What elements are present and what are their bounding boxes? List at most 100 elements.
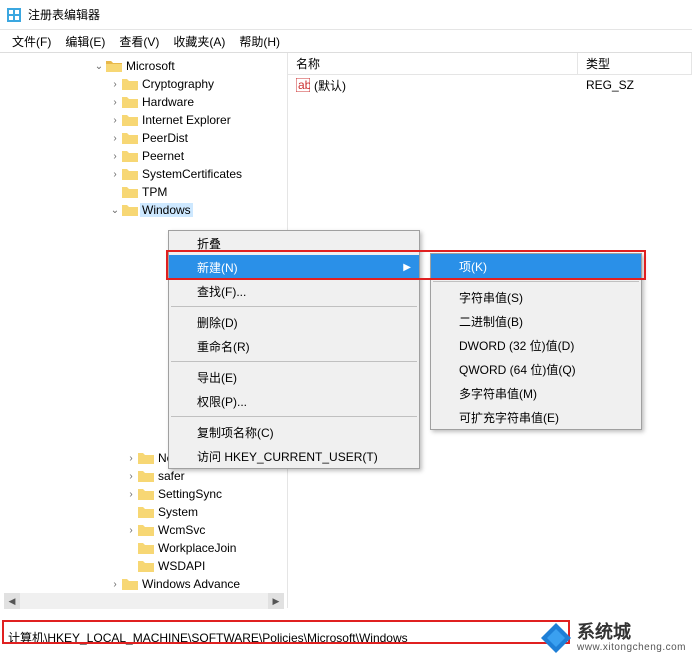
folder-icon: [122, 113, 138, 127]
folder-icon: [122, 77, 138, 91]
submenu-arrow-icon: ▶: [403, 262, 411, 273]
string-value-icon: ab: [296, 78, 310, 92]
title-bar: 注册表编辑器: [0, 0, 692, 30]
menu-separator: [171, 416, 417, 417]
chevron-right-icon[interactable]: ›: [108, 169, 122, 180]
tree-node-microsoft[interactable]: ⌄ Microsoft: [0, 57, 287, 75]
tree-node[interactable]: › safer: [0, 467, 287, 485]
context-menu-permissions[interactable]: 权限(P)...: [169, 389, 419, 413]
context-menu: 折叠 新建(N)▶ 查找(F)... 删除(D) 重命名(R) 导出(E) 权限…: [168, 230, 420, 469]
context-menu-find[interactable]: 查找(F)...: [169, 279, 419, 303]
tree-label: Microsoft: [124, 59, 177, 73]
tree-label: TPM: [140, 185, 169, 199]
tree-node[interactable]: ›Cryptography: [0, 75, 287, 93]
submenu-binary[interactable]: 二进制值(B): [431, 309, 641, 333]
context-menu-new[interactable]: 新建(N)▶: [169, 255, 419, 279]
tree-label: WcmSvc: [156, 523, 207, 537]
svg-text:ab: ab: [298, 78, 310, 92]
window-title: 注册表编辑器: [28, 6, 100, 23]
tree-node[interactable]: › Peernet: [0, 147, 287, 165]
context-menu-delete[interactable]: 删除(D): [169, 310, 419, 334]
chevron-down-icon[interactable]: ⌄: [92, 61, 106, 72]
list-row-default[interactable]: ab (默认) REG_SZ: [288, 75, 692, 95]
context-menu-copy-key-name[interactable]: 复制项名称(C): [169, 420, 419, 444]
tree-label: WSDAPI: [156, 559, 207, 573]
submenu-expand-string[interactable]: 可扩充字符串值(E): [431, 405, 641, 429]
submenu-string[interactable]: 字符串值(S): [431, 285, 641, 309]
context-menu-export[interactable]: 导出(E): [169, 365, 419, 389]
submenu-key[interactable]: 项(K): [431, 254, 641, 278]
folder-icon: [122, 577, 138, 591]
context-menu-rename[interactable]: 重命名(R): [169, 334, 419, 358]
tree-label: SettingSync: [156, 487, 224, 501]
menu-help[interactable]: 帮助(H): [233, 31, 286, 52]
folder-icon: [138, 559, 154, 573]
tree-label: Windows: [140, 203, 193, 217]
chevron-right-icon[interactable]: ›: [124, 489, 138, 500]
tree-label: SystemCertificates: [140, 167, 244, 181]
folder-icon: [138, 505, 154, 519]
chevron-right-icon[interactable]: ›: [124, 471, 138, 482]
menu-favorites[interactable]: 收藏夹(A): [167, 31, 231, 52]
folder-icon: [138, 523, 154, 537]
chevron-right-icon[interactable]: ›: [108, 97, 122, 108]
scroll-right-button[interactable]: ▶: [268, 593, 284, 609]
submenu-qword[interactable]: QWORD (64 位)值(Q): [431, 357, 641, 381]
folder-icon: [138, 469, 154, 483]
submenu-multi-string[interactable]: 多字符串值(M): [431, 381, 641, 405]
app-icon: [6, 7, 22, 23]
chevron-right-icon[interactable]: ›: [108, 79, 122, 90]
tree-label: safer: [156, 469, 187, 483]
column-name[interactable]: 名称: [288, 53, 578, 74]
registry-path: 计算机\HKEY_LOCAL_MACHINE\SOFTWARE\Policies…: [8, 629, 408, 646]
menu-view[interactable]: 查看(V): [113, 31, 165, 52]
tree-label: Hardware: [140, 95, 196, 109]
tree-label: Internet Explorer: [140, 113, 233, 127]
scroll-track[interactable]: [20, 593, 268, 609]
submenu-dword[interactable]: DWORD (32 位)值(D): [431, 333, 641, 357]
tree-node-windows[interactable]: ⌄ Windows: [0, 201, 287, 219]
tree-node[interactable]: › SettingSync: [0, 485, 287, 503]
tree-node[interactable]: › Hardware: [0, 93, 287, 111]
menu-separator: [171, 306, 417, 307]
chevron-right-icon[interactable]: ›: [108, 115, 122, 126]
watermark: 系统城 www.xitongcheng.com: [539, 621, 686, 655]
tree-node[interactable]: › Internet Explorer: [0, 111, 287, 129]
folder-icon: [122, 167, 138, 181]
folder-icon: [122, 149, 138, 163]
tree-node[interactable]: ›PeerDist: [0, 129, 287, 147]
new-submenu: 项(K) 字符串值(S) 二进制值(B) DWORD (32 位)值(D) QW…: [430, 253, 642, 430]
folder-icon: [122, 185, 138, 199]
tree-node[interactable]: WSDAPI: [0, 557, 287, 575]
column-type[interactable]: 类型: [578, 53, 692, 74]
tree-node[interactable]: › SystemCertificates: [0, 165, 287, 183]
folder-icon: [138, 487, 154, 501]
context-menu-collapse[interactable]: 折叠: [169, 231, 419, 255]
tree-label: Windows Advance: [140, 577, 242, 591]
value-type: REG_SZ: [578, 78, 692, 92]
menu-file[interactable]: 文件(F): [6, 31, 57, 52]
value-name: (默认): [314, 77, 346, 94]
watermark-url: www.xitongcheng.com: [577, 642, 686, 653]
scroll-left-button[interactable]: ◀: [4, 593, 20, 609]
chevron-right-icon[interactable]: ›: [124, 525, 138, 536]
chevron-right-icon[interactable]: ›: [108, 579, 122, 590]
tree-node[interactable]: WorkplaceJoin: [0, 539, 287, 557]
context-menu-goto-hkcu[interactable]: 访问 HKEY_CURRENT_USER(T): [169, 444, 419, 468]
list-header: 名称 类型: [288, 53, 692, 75]
folder-icon: [122, 203, 138, 217]
chevron-right-icon[interactable]: ›: [108, 133, 122, 144]
menu-separator: [433, 281, 639, 282]
tree-node[interactable]: › Windows Advance: [0, 575, 287, 593]
tree-node[interactable]: › WcmSvc: [0, 521, 287, 539]
chevron-right-icon[interactable]: ›: [124, 453, 138, 464]
chevron-down-icon[interactable]: ⌄: [108, 205, 122, 216]
tree-node[interactable]: System: [0, 503, 287, 521]
menu-edit[interactable]: 编辑(E): [59, 31, 111, 52]
folder-icon: [106, 59, 122, 73]
menu-bar: 文件(F) 编辑(E) 查看(V) 收藏夹(A) 帮助(H): [0, 30, 692, 52]
tree-label: Peernet: [140, 149, 186, 163]
tree-node[interactable]: TPM: [0, 183, 287, 201]
tree-horizontal-scrollbar[interactable]: ◀ ▶: [4, 593, 284, 609]
chevron-right-icon[interactable]: ›: [108, 151, 122, 162]
